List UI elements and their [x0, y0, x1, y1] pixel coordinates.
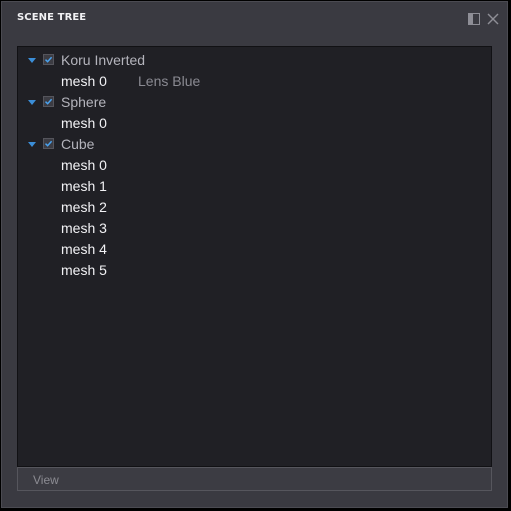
panel-title: SCENE TREE	[17, 12, 87, 23]
dock-panel-icon[interactable]	[468, 12, 480, 25]
mesh-row[interactable]: mesh 0 Lens Blue	[18, 71, 491, 92]
expand-triangle-icon[interactable]	[28, 100, 36, 105]
tree-node-label[interactable]: Cube	[61, 136, 94, 152]
panel-titlebar: SCENE TREE	[2, 2, 507, 34]
tree-node[interactable]: Koru Inverted	[18, 50, 491, 71]
mesh-label[interactable]: mesh 3	[61, 220, 107, 236]
expand-triangle-icon[interactable]	[28, 58, 36, 63]
tree-node[interactable]: Cube	[18, 134, 491, 155]
mesh-row[interactable]: mesh 1	[18, 176, 491, 197]
mesh-label[interactable]: mesh 1	[61, 178, 107, 194]
material-label: Lens Blue	[138, 73, 201, 89]
mesh-row[interactable]: mesh 3	[18, 218, 491, 239]
tree-node-label[interactable]: Koru Inverted	[61, 52, 145, 68]
tree-node[interactable]: Sphere	[18, 92, 491, 113]
visibility-checkbox[interactable]	[43, 138, 54, 149]
visibility-checkbox[interactable]	[43, 54, 54, 65]
mesh-row[interactable]: mesh 4	[18, 239, 491, 260]
view-bar[interactable]: View	[17, 467, 492, 491]
mesh-row[interactable]: mesh 0	[18, 113, 491, 134]
mesh-label[interactable]: mesh 5	[61, 262, 107, 278]
close-icon[interactable]	[487, 12, 499, 25]
view-label[interactable]: View	[33, 473, 59, 487]
mesh-label[interactable]: mesh 0	[61, 157, 107, 173]
expand-triangle-icon[interactable]	[28, 142, 36, 147]
mesh-label[interactable]: mesh 2	[61, 199, 107, 215]
mesh-row[interactable]: mesh 2	[18, 197, 491, 218]
mesh-label[interactable]: mesh 0	[61, 115, 107, 131]
visibility-checkbox[interactable]	[43, 96, 54, 107]
mesh-row[interactable]: mesh 5	[18, 260, 491, 281]
scene-tree-list: Koru Inverted mesh 0 Lens Blue Sphere mesh 0…	[17, 46, 492, 467]
mesh-label[interactable]: mesh 4	[61, 241, 107, 257]
mesh-row[interactable]: mesh 0	[18, 155, 491, 176]
mesh-label[interactable]: mesh 0	[61, 73, 107, 89]
tree-node-label[interactable]: Sphere	[61, 94, 106, 110]
